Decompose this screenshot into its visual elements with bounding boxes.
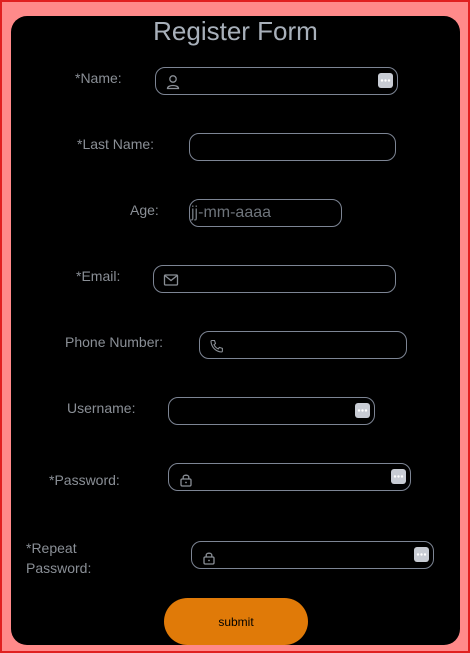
repeat-password-label-line1: *Repeat (26, 540, 77, 556)
email-label: *Email: (76, 268, 121, 284)
register-form-card: Register Form *Name: *Last Name: Age: jj… (11, 16, 460, 645)
repeat-password-field[interactable] (191, 541, 434, 569)
username-field[interactable] (168, 397, 375, 425)
submit-button[interactable]: submit (164, 598, 308, 645)
form-title: Register Form (153, 16, 318, 46)
last-name-label: *Last Name: (77, 136, 155, 152)
password-manager-icon[interactable] (378, 73, 393, 88)
user-icon (165, 74, 181, 90)
age-date-field[interactable]: jj-mm-aaaa (189, 199, 342, 227)
last-name-field[interactable] (189, 133, 396, 161)
repeat-password-label-line2: Password: (26, 560, 92, 576)
phone-label: Phone Number: (65, 334, 164, 350)
phone-field[interactable] (199, 331, 407, 359)
page-frame: Register Form *Name: *Last Name: Age: jj… (0, 0, 470, 653)
password-manager-icon[interactable] (414, 547, 429, 562)
password-field[interactable] (168, 463, 411, 491)
email-field[interactable] (153, 265, 396, 293)
name-field[interactable] (155, 67, 398, 95)
lock-icon (201, 550, 217, 566)
password-label: *Password: (49, 472, 120, 488)
name-label: *Name: (75, 70, 122, 86)
envelope-icon (163, 272, 179, 288)
age-placeholder: jj-mm-aaaa (191, 204, 272, 221)
password-manager-icon[interactable] (355, 403, 370, 418)
username-label: Username: (67, 400, 136, 416)
phone-icon (209, 338, 225, 354)
password-manager-icon[interactable] (391, 469, 406, 484)
age-label: Age: (130, 202, 159, 218)
repeat-password-label: *Repeat Password: (26, 538, 91, 578)
lock-icon (178, 472, 194, 488)
